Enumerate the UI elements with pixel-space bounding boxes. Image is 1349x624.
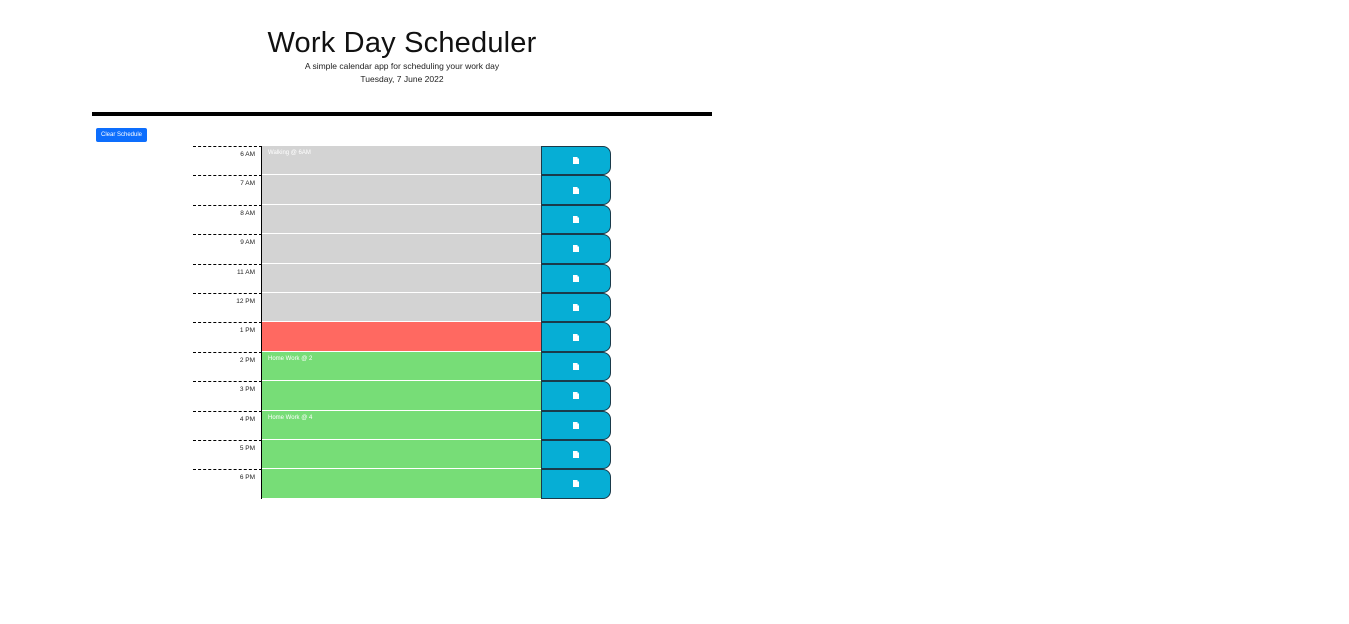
save-file-icon bbox=[573, 333, 579, 341]
time-block: 11 AM bbox=[193, 263, 612, 293]
hour-label: 12 PM bbox=[193, 292, 262, 323]
event-description-input[interactable] bbox=[262, 263, 541, 293]
save-file-icon bbox=[573, 451, 579, 459]
event-description-input[interactable] bbox=[262, 381, 541, 411]
time-block: 2 PM Home Work @ 2 bbox=[193, 351, 612, 382]
page-title: Work Day Scheduler bbox=[267, 27, 537, 59]
save-file-icon bbox=[573, 392, 579, 400]
page-subtitle: A simple calendar app for scheduling you… bbox=[304, 61, 500, 71]
save-file-icon bbox=[573, 157, 579, 165]
hour-label: 2 PM bbox=[193, 351, 262, 382]
save-button[interactable] bbox=[541, 292, 611, 323]
save-file-icon bbox=[573, 245, 579, 253]
time-block: 1 PM bbox=[193, 322, 612, 352]
save-button[interactable] bbox=[541, 351, 611, 382]
hour-label: 6 PM bbox=[193, 469, 262, 499]
save-file-icon bbox=[573, 274, 579, 282]
time-block: 4 PM Home Work @ 4 bbox=[193, 410, 612, 440]
save-button[interactable] bbox=[541, 410, 611, 440]
save-button[interactable] bbox=[541, 175, 611, 205]
time-block: 7 AM bbox=[193, 175, 612, 205]
save-button[interactable] bbox=[541, 322, 611, 352]
clear-schedule-button[interactable]: Clear Schedule bbox=[96, 128, 147, 142]
event-description-input[interactable] bbox=[262, 439, 541, 470]
event-description-input[interactable]: Home Work @ 4 bbox=[262, 410, 541, 440]
save-file-icon bbox=[573, 215, 579, 223]
hour-label: 3 PM bbox=[193, 381, 262, 411]
save-button[interactable] bbox=[541, 146, 611, 176]
save-file-icon bbox=[573, 480, 579, 488]
time-block: 6 PM bbox=[193, 469, 612, 499]
save-button[interactable] bbox=[541, 204, 611, 235]
save-file-icon bbox=[573, 186, 579, 194]
hour-label: 7 AM bbox=[193, 175, 262, 205]
event-description-input[interactable]: Home Work @ 2 bbox=[262, 351, 541, 382]
time-block: 8 AM bbox=[193, 204, 612, 235]
time-block: 9 AM bbox=[193, 234, 612, 264]
save-button[interactable] bbox=[541, 439, 611, 470]
event-description-input[interactable] bbox=[262, 204, 541, 235]
current-day: Tuesday, 7 June 2022 bbox=[360, 74, 444, 84]
save-file-icon bbox=[573, 362, 579, 370]
event-description-input[interactable] bbox=[262, 469, 541, 499]
header-divider bbox=[92, 112, 712, 116]
save-button[interactable] bbox=[541, 263, 611, 293]
event-description-input[interactable]: Walking @ 6AM bbox=[262, 146, 541, 176]
time-block: 6 AM Walking @ 6AM bbox=[193, 146, 612, 176]
save-button[interactable] bbox=[541, 469, 611, 499]
time-block: 3 PM bbox=[193, 381, 612, 411]
hour-label: 1 PM bbox=[193, 322, 262, 352]
save-button[interactable] bbox=[541, 381, 611, 411]
event-description-input[interactable] bbox=[262, 175, 541, 205]
event-description-input[interactable] bbox=[262, 292, 541, 323]
save-file-icon bbox=[573, 304, 579, 312]
save-file-icon bbox=[573, 421, 579, 429]
hour-label: 4 PM bbox=[193, 410, 262, 440]
hour-label: 9 AM bbox=[193, 234, 262, 264]
hour-label: 5 PM bbox=[193, 439, 262, 470]
page: Work Day Scheduler A simple calendar app… bbox=[0, 0, 1349, 624]
hour-label: 6 AM bbox=[193, 146, 262, 176]
hour-label: 11 AM bbox=[193, 263, 262, 293]
time-block: 5 PM bbox=[193, 439, 612, 470]
save-button[interactable] bbox=[541, 234, 611, 264]
event-description-input[interactable] bbox=[262, 234, 541, 264]
hour-label: 8 AM bbox=[193, 204, 262, 235]
time-block: 12 PM bbox=[193, 292, 612, 323]
schedule: 6 AM Walking @ 6AM 7 AM 8 AM 9 AM 11 AM 12 PM 1… bbox=[193, 146, 612, 499]
event-description-input[interactable] bbox=[262, 322, 541, 352]
